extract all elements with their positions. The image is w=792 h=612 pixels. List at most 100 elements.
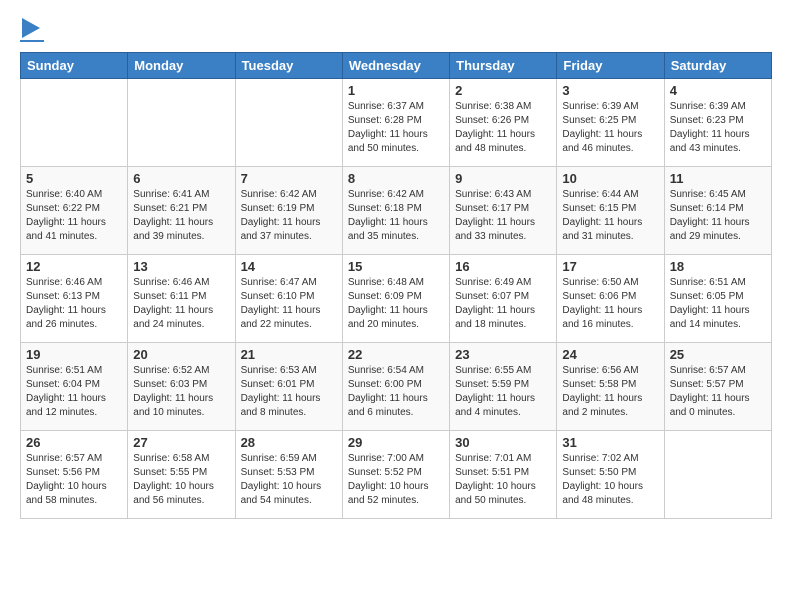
day-info-text: Sunrise: 6:39 AM Sunset: 6:23 PM Dayligh… <box>670 100 766 156</box>
calendar-cell: 14 Sunrise: 6:47 AM Sunset: 6:10 PM Dayli… <box>235 255 342 343</box>
day-info-text: Sunrise: 6:53 AM Sunset: 6:01 PM Dayligh… <box>241 364 337 420</box>
calendar-cell <box>21 79 128 167</box>
calendar-cell: 6 Sunrise: 6:41 AM Sunset: 6:21 PM Daylig… <box>128 167 235 255</box>
day-info-text: Sunrise: 6:52 AM Sunset: 6:03 PM Dayligh… <box>133 364 229 420</box>
day-info-text: Sunrise: 6:38 AM Sunset: 6:26 PM Dayligh… <box>455 100 551 156</box>
calendar-cell: 13Sunrise: 6:46 AM Sunset: 6:11 PM Dayli… <box>128 255 235 343</box>
day-number: 5 <box>26 171 122 186</box>
day-number: 12 <box>26 259 122 274</box>
calendar-cell: 19Sunrise: 6:51 AM Sunset: 6:04 PM Dayli… <box>21 343 128 431</box>
day-info-text: Sunrise: 6:48 AM Sunset: 6:09 PM Dayligh… <box>348 276 444 332</box>
day-info-text: Sunrise: 7:02 AM Sunset: 5:50 PM Dayligh… <box>562 452 658 508</box>
day-info-text: Sunrise: 6:47 AM Sunset: 6:10 PM Dayligh… <box>241 276 337 332</box>
day-info-text: Sunrise: 6:37 AM Sunset: 6:28 PM Dayligh… <box>348 100 444 156</box>
day-info-text: Sunrise: 6:46 AM Sunset: 6:13 PM Dayligh… <box>26 276 122 332</box>
day-number: 9 <box>455 171 551 186</box>
day-number: 26 <box>26 435 122 450</box>
day-header-sunday: Sunday <box>21 53 128 79</box>
day-info-text: Sunrise: 7:01 AM Sunset: 5:51 PM Dayligh… <box>455 452 551 508</box>
day-header-friday: Friday <box>557 53 664 79</box>
calendar-cell: 26 Sunrise: 6:57 AM Sunset: 5:56 PM Dayli… <box>21 431 128 519</box>
day-info-text: Sunrise: 6:50 AM Sunset: 6:06 PM Dayligh… <box>562 276 658 332</box>
calendar-cell: 3 Sunrise: 6:39 AM Sunset: 6:25 PM Daylig… <box>557 79 664 167</box>
calendar-cell <box>664 431 771 519</box>
header <box>20 20 772 42</box>
day-number: 21 <box>241 347 337 362</box>
calendar-cell: 27 Sunrise: 6:58 AM Sunset: 5:55 PM Dayli… <box>128 431 235 519</box>
day-number: 16 <box>455 259 551 274</box>
day-number: 6 <box>133 171 229 186</box>
day-info-text: Sunrise: 6:39 AM Sunset: 6:25 PM Dayligh… <box>562 100 658 156</box>
calendar-cell: 15 Sunrise: 6:48 AM Sunset: 6:09 PM Dayli… <box>342 255 449 343</box>
calendar-cell: 11 Sunrise: 6:45 AM Sunset: 6:14 PM Dayli… <box>664 167 771 255</box>
day-info-text: Sunrise: 6:42 AM Sunset: 6:19 PM Dayligh… <box>241 188 337 244</box>
calendar-week-row: 12 Sunrise: 6:46 AM Sunset: 6:13 PM Dayli… <box>21 255 772 343</box>
day-number: 20 <box>133 347 229 362</box>
calendar-cell: 29 Sunrise: 7:00 AM Sunset: 5:52 PM Dayli… <box>342 431 449 519</box>
day-info-text: Sunrise: 6:43 AM Sunset: 6:17 PM Dayligh… <box>455 188 551 244</box>
day-header-wednesday: Wednesday <box>342 53 449 79</box>
calendar-cell <box>235 79 342 167</box>
day-info-text: Sunrise: 6:54 AM Sunset: 6:00 PM Dayligh… <box>348 364 444 420</box>
calendar-cell: 31Sunrise: 7:02 AM Sunset: 5:50 PM Dayli… <box>557 431 664 519</box>
day-info-text: Sunrise: 6:59 AM Sunset: 5:53 PM Dayligh… <box>241 452 337 508</box>
day-info-text: Sunrise: 6:44 AM Sunset: 6:15 PM Dayligh… <box>562 188 658 244</box>
calendar-header-row: SundayMondayTuesdayWednesdayThursdayFrid… <box>21 53 772 79</box>
day-info-text: Sunrise: 6:40 AM Sunset: 6:22 PM Dayligh… <box>26 188 122 244</box>
day-number: 30 <box>455 435 551 450</box>
calendar-cell: 9 Sunrise: 6:43 AM Sunset: 6:17 PM Daylig… <box>450 167 557 255</box>
calendar-cell: 16Sunrise: 6:49 AM Sunset: 6:07 PM Dayli… <box>450 255 557 343</box>
day-info-text: Sunrise: 6:55 AM Sunset: 5:59 PM Dayligh… <box>455 364 551 420</box>
day-header-monday: Monday <box>128 53 235 79</box>
day-number: 1 <box>348 83 444 98</box>
calendar-cell: 23 Sunrise: 6:55 AM Sunset: 5:59 PM Dayli… <box>450 343 557 431</box>
day-header-thursday: Thursday <box>450 53 557 79</box>
day-number: 13 <box>133 259 229 274</box>
calendar-week-row: 1 Sunrise: 6:37 AM Sunset: 6:28 PM Daylig… <box>21 79 772 167</box>
calendar-cell: 20 Sunrise: 6:52 AM Sunset: 6:03 PM Dayli… <box>128 343 235 431</box>
day-number: 14 <box>241 259 337 274</box>
calendar-cell: 1 Sunrise: 6:37 AM Sunset: 6:28 PM Daylig… <box>342 79 449 167</box>
day-info-text: Sunrise: 6:58 AM Sunset: 5:55 PM Dayligh… <box>133 452 229 508</box>
calendar-week-row: 19Sunrise: 6:51 AM Sunset: 6:04 PM Dayli… <box>21 343 772 431</box>
day-number: 29 <box>348 435 444 450</box>
day-number: 17 <box>562 259 658 274</box>
day-number: 28 <box>241 435 337 450</box>
day-number: 18 <box>670 259 766 274</box>
calendar-week-row: 26 Sunrise: 6:57 AM Sunset: 5:56 PM Dayli… <box>21 431 772 519</box>
day-number: 25 <box>670 347 766 362</box>
day-number: 24 <box>562 347 658 362</box>
day-header-saturday: Saturday <box>664 53 771 79</box>
calendar-cell: 5 Sunrise: 6:40 AM Sunset: 6:22 PM Daylig… <box>21 167 128 255</box>
day-number: 3 <box>562 83 658 98</box>
day-info-text: Sunrise: 6:51 AM Sunset: 6:04 PM Dayligh… <box>26 364 122 420</box>
calendar-cell: 28 Sunrise: 6:59 AM Sunset: 5:53 PM Dayli… <box>235 431 342 519</box>
day-info-text: Sunrise: 6:57 AM Sunset: 5:56 PM Dayligh… <box>26 452 122 508</box>
logo-underline <box>20 40 44 42</box>
logo <box>20 20 44 42</box>
day-info-text: Sunrise: 6:57 AM Sunset: 5:57 PM Dayligh… <box>670 364 766 420</box>
day-info-text: Sunrise: 6:51 AM Sunset: 6:05 PM Dayligh… <box>670 276 766 332</box>
page: SundayMondayTuesdayWednesdayThursdayFrid… <box>0 0 792 529</box>
day-number: 23 <box>455 347 551 362</box>
calendar-cell <box>128 79 235 167</box>
day-number: 15 <box>348 259 444 274</box>
calendar-cell: 8Sunrise: 6:42 AM Sunset: 6:18 PM Daylig… <box>342 167 449 255</box>
calendar-cell: 25 Sunrise: 6:57 AM Sunset: 5:57 PM Dayli… <box>664 343 771 431</box>
calendar-cell: 4 Sunrise: 6:39 AM Sunset: 6:23 PM Daylig… <box>664 79 771 167</box>
day-number: 2 <box>455 83 551 98</box>
day-number: 11 <box>670 171 766 186</box>
day-number: 27 <box>133 435 229 450</box>
day-info-text: Sunrise: 6:45 AM Sunset: 6:14 PM Dayligh… <box>670 188 766 244</box>
day-number: 22 <box>348 347 444 362</box>
day-info-text: Sunrise: 6:42 AM Sunset: 6:18 PM Dayligh… <box>348 188 444 244</box>
calendar-cell: 18 Sunrise: 6:51 AM Sunset: 6:05 PM Dayli… <box>664 255 771 343</box>
day-number: 4 <box>670 83 766 98</box>
calendar-cell: 17 Sunrise: 6:50 AM Sunset: 6:06 PM Dayli… <box>557 255 664 343</box>
day-info-text: Sunrise: 7:00 AM Sunset: 5:52 PM Dayligh… <box>348 452 444 508</box>
calendar-cell: 24Sunrise: 6:56 AM Sunset: 5:58 PM Dayli… <box>557 343 664 431</box>
calendar-cell: 21 Sunrise: 6:53 AM Sunset: 6:01 PM Dayli… <box>235 343 342 431</box>
day-number: 7 <box>241 171 337 186</box>
day-info-text: Sunrise: 6:41 AM Sunset: 6:21 PM Dayligh… <box>133 188 229 244</box>
calendar-week-row: 5 Sunrise: 6:40 AM Sunset: 6:22 PM Daylig… <box>21 167 772 255</box>
